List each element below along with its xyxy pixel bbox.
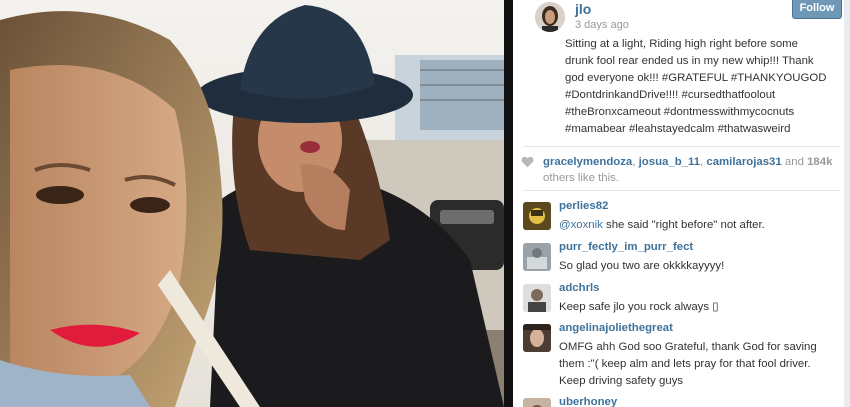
like-user[interactable]: josua_b_11 [639, 156, 700, 168]
comment-text: @xoxnik she said "right before" not afte… [559, 219, 765, 231]
divider [523, 190, 840, 191]
commenter-username[interactable]: angelinajoliethegreat [559, 322, 673, 334]
heart-icon [521, 156, 534, 168]
comment-text: Keep safe jlo you rock always ▯ [559, 301, 719, 313]
author-username[interactable]: jlo [575, 1, 591, 17]
likes-summary: gracelymendoza, josua_b_11, camilarojas3… [521, 154, 850, 186]
commenter-username[interactable]: adchrls [559, 282, 600, 294]
commenter-username[interactable]: uberhoney [559, 396, 617, 407]
commenter-username[interactable]: perlies82 [559, 200, 608, 212]
commenter-avatar[interactable] [523, 202, 551, 230]
commenter-avatar[interactable] [523, 324, 551, 352]
selfie-image [0, 0, 504, 407]
photo-panel-divider [504, 0, 513, 407]
post-age: 3 days ago [575, 19, 629, 31]
author-avatar[interactable] [535, 2, 565, 32]
comment-text: OMFG ahh God soo Grateful, thank God for… [559, 341, 817, 387]
commenter-avatar[interactable] [523, 284, 551, 312]
follow-button[interactable]: Follow [792, 0, 842, 19]
comment-item: perlies82 @xoxnik she said "right before… [523, 200, 843, 238]
like-count[interactable]: 184k [807, 156, 832, 168]
post-caption: Sitting at a light, Riding high right be… [565, 36, 827, 138]
post-details-panel: jlo 3 days ago Follow Sitting at a light… [513, 0, 850, 407]
commenter-avatar[interactable] [523, 398, 551, 407]
comment-item: uberhoney [523, 396, 843, 407]
commenter-username[interactable]: purr_fectly_im_purr_fect [559, 241, 693, 253]
comment-item: purr_fectly_im_purr_fect So glad you two… [523, 241, 843, 279]
scrollbar-track[interactable] [844, 0, 850, 407]
like-user[interactable]: camilarojas31 [706, 156, 781, 168]
post-header: jlo 3 days ago Follow [523, 0, 842, 40]
post-photo[interactable] [0, 0, 504, 407]
commenter-avatar[interactable] [523, 243, 551, 271]
comment-mention[interactable]: @xoxnik [559, 219, 603, 231]
like-user[interactable]: gracelymendoza [543, 156, 632, 168]
comment-item: angelinajoliethegreat OMFG ahh God soo G… [523, 322, 843, 392]
comment-text: So glad you two are okkkkayyyy! [559, 260, 725, 272]
comment-item: adchrls Keep safe jlo you rock always ▯ [523, 282, 843, 320]
divider [523, 146, 840, 147]
